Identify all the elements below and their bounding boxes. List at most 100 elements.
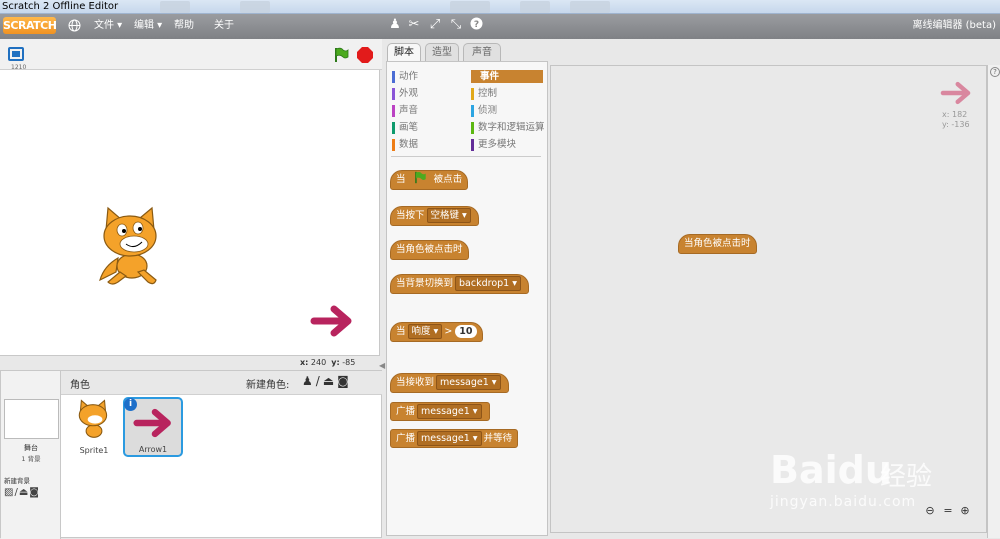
category-sensing[interactable]: 侦测 (471, 104, 497, 117)
window-title: Scratch 2 Offline Editor (2, 1, 119, 12)
sprite-y-value: -136 (951, 120, 970, 129)
block-when-sprite-clicked[interactable]: 当角色被点击时 (390, 240, 469, 260)
category-label: 数据 (399, 139, 419, 150)
watermark-jingyan: 经验 (880, 462, 933, 492)
block-when-sensor-greater[interactable]: 当响度 ▾ >10 (390, 322, 483, 342)
category-label: 画笔 (399, 122, 419, 133)
category-data[interactable]: 数据 (392, 138, 418, 151)
sprite-x-label: x: (942, 110, 950, 119)
tab-sounds[interactable]: 声音 (463, 43, 501, 61)
current-sprite-thumbnail (940, 81, 971, 105)
stage-header: 1210 (0, 39, 382, 71)
new-backdrop-label: 新建背景 (4, 477, 30, 485)
stage-canvas[interactable] (0, 70, 380, 356)
sprite-tile[interactable]: Sprite1 (66, 399, 122, 457)
arrow-sprite[interactable] (310, 304, 356, 338)
file-menu[interactable]: 文件 ▾ (94, 19, 122, 32)
block-broadcast[interactable]: 广播 message1 ▾ (390, 402, 490, 421)
new-sprite-label: 新建角色: (246, 380, 290, 391)
sprite-y-label: y: (942, 120, 949, 129)
file-menu-label: 文件 (94, 20, 114, 31)
taskbar-blur (450, 1, 490, 13)
block-when-key-pressed[interactable]: 当按下 空格键 ▾ (390, 206, 479, 226)
green-flag-icon[interactable] (333, 47, 349, 63)
category-pen[interactable]: 画笔 (392, 121, 418, 134)
taskbar-blur (520, 1, 550, 13)
stage-column: 舞台 1 背景 新建背景 ▨/⏏◙ (1, 371, 61, 539)
sprite-header: 角色 新建角色: ♟/⏏◙ (61, 371, 382, 395)
category-motion[interactable]: 动作 (392, 70, 418, 83)
number-input[interactable]: 10 (455, 325, 477, 338)
category-operators[interactable]: 数字和逻辑运算 (471, 121, 545, 134)
message-dropdown[interactable]: message1 ▾ (417, 431, 482, 446)
cat-sprite[interactable] (94, 206, 170, 288)
camera-icon[interactable]: ◙ (29, 487, 40, 498)
edit-menu-label: 编辑 (134, 20, 154, 31)
watermark-url: jingyan.baidu.com (770, 494, 917, 510)
sprite-library-icon[interactable]: ♟ (302, 374, 316, 388)
backdrop-count: 1 背景 (21, 455, 41, 463)
category-looks[interactable]: 外观 (392, 87, 418, 100)
edit-menu[interactable]: 编辑 ▾ (134, 19, 162, 32)
category-sound[interactable]: 声音 (392, 104, 418, 117)
zoom-out-icon[interactable]: ⊖ (924, 505, 936, 517)
message-dropdown[interactable]: message1 ▾ (436, 375, 501, 390)
paintbrush-icon[interactable]: / (316, 374, 323, 388)
watermark-bai: Bai (770, 448, 838, 492)
backdrop-dropdown[interactable]: backdrop1 ▾ (455, 276, 522, 291)
upload-icon[interactable]: ⏏ (19, 487, 29, 498)
shrink-icon[interactable]: ⤡ (448, 17, 464, 33)
landscape-icon[interactable]: ▨ (4, 487, 14, 498)
block-text: 被点击 (433, 174, 463, 185)
upload-icon[interactable]: ⏏ (323, 374, 337, 388)
category-label: 事件 (480, 71, 500, 82)
globe-icon[interactable] (68, 19, 81, 36)
category-label: 数字和逻辑运算 (478, 122, 545, 133)
stage-thumbnail[interactable] (4, 399, 59, 439)
mouse-y-label: y: (331, 358, 340, 367)
fullscreen-icon[interactable] (8, 47, 24, 61)
new-backdrop-tools: ▨/⏏◙ (4, 487, 40, 498)
new-sprite-tools: ♟/⏏◙ (302, 374, 352, 388)
block-when-backdrop-switches[interactable]: 当背景切换到 backdrop1 ▾ (390, 274, 530, 294)
script-block-when-sprite-clicked[interactable]: 当角色被点击时 (678, 234, 757, 254)
zoom-in-icon[interactable]: ⊕ (959, 505, 971, 517)
grow-icon[interactable]: ⤢ (427, 17, 443, 33)
sensor-dropdown[interactable]: 响度 ▾ (407, 324, 443, 339)
category-more-blocks[interactable]: 更多模块 (471, 138, 516, 151)
window-titlebar: Scratch 2 Offline Editor (0, 0, 1000, 14)
help-question-icon[interactable]: ? (468, 17, 484, 33)
duplicate-stamp-icon[interactable]: ♟ (387, 17, 403, 33)
zoom-reset-icon[interactable]: = (942, 505, 954, 517)
mouse-coordinates: x: 240 y: -85 (300, 358, 355, 367)
editor-name: 离线编辑器 (beta) (912, 20, 996, 31)
camera-icon[interactable]: ◙ (337, 374, 352, 388)
block-when-receive[interactable]: 当接收到 message1 ▾ (390, 373, 509, 393)
tab-costumes[interactable]: 造型 (425, 43, 459, 61)
scratch-logo[interactable]: SCRATCH (3, 17, 57, 34)
tab-scripts[interactable]: 脚本 (387, 43, 421, 62)
help-tips-icon[interactable]: ? (990, 67, 1000, 77)
sprite-name: Sprite1 (79, 446, 109, 455)
key-dropdown[interactable]: 空格键 ▾ (426, 208, 471, 223)
block-text: 当按下 (396, 210, 425, 221)
sprite-y-readout: y: -136 (942, 120, 970, 129)
block-when-flag-clicked[interactable]: 当 被点击 (390, 170, 469, 190)
block-text: 并等待 (483, 433, 513, 444)
block-text: 当 (396, 326, 406, 337)
mouse-x-label: x: (300, 358, 309, 367)
help-menu[interactable]: 帮助 (174, 19, 194, 32)
message-dropdown[interactable]: message1 ▾ (417, 404, 482, 419)
stop-icon[interactable] (357, 47, 373, 63)
sprite-name: Arrow1 (138, 445, 168, 454)
dropdown-value: 响度 (411, 326, 431, 337)
block-text: 广播 (396, 433, 416, 444)
block-broadcast-and-wait[interactable]: 广播 message1 ▾ 并等待 (390, 429, 519, 448)
taskbar-blur (570, 1, 610, 13)
category-control[interactable]: 控制 (471, 87, 497, 100)
about-menu[interactable]: 关于 (214, 19, 234, 32)
block-text: 广播 (396, 406, 416, 417)
delete-scissors-icon[interactable]: ✂ (406, 17, 422, 33)
sprite-tile-selected[interactable]: i Arrow1 (123, 397, 183, 457)
category-events[interactable]: 事件 (471, 70, 543, 83)
